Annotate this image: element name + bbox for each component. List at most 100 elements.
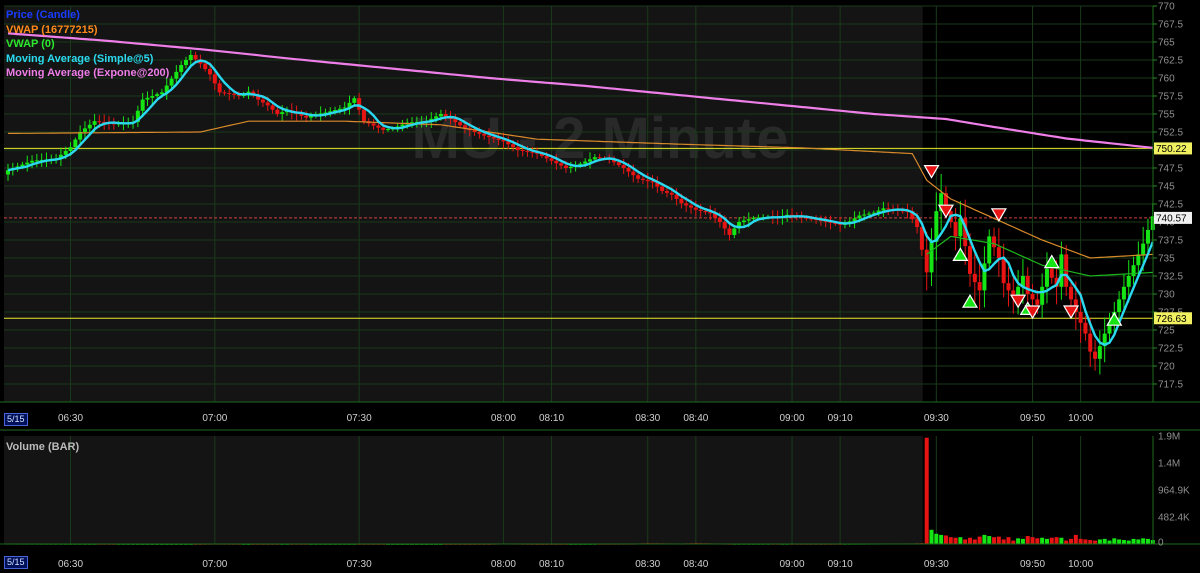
volume-bar[interactable] (1136, 539, 1141, 544)
volume-bar[interactable] (943, 535, 948, 544)
candle-body (227, 93, 232, 95)
volume-bar[interactable] (1093, 540, 1098, 544)
x-tick-label: 08:40 (683, 413, 708, 424)
volume-bar[interactable] (924, 437, 929, 544)
candle-body (376, 125, 381, 128)
candle-body (515, 147, 520, 150)
last-price-label: 740.57 (1156, 213, 1187, 224)
candle-body (212, 74, 217, 84)
candle-body (265, 102, 270, 106)
volume-bar[interactable] (1126, 540, 1131, 544)
volume-bar[interactable] (972, 539, 977, 544)
volume-bar[interactable] (958, 537, 963, 544)
volume-bar[interactable] (1006, 537, 1011, 544)
candle-body (1025, 276, 1030, 294)
volume-bar[interactable] (1054, 537, 1059, 544)
volume-bar[interactable] (968, 537, 972, 544)
candle-body (751, 217, 756, 220)
volume-bar[interactable] (1011, 540, 1016, 544)
candle-body (97, 121, 102, 123)
volume-bar[interactable] (1141, 538, 1146, 544)
volume-bar[interactable] (1020, 538, 1025, 544)
volume-bar[interactable] (1064, 540, 1069, 544)
volume-bar[interactable] (977, 536, 982, 544)
volume-bar[interactable] (1121, 540, 1126, 544)
volume-bar[interactable] (1107, 540, 1112, 544)
volume-bar[interactable] (1102, 538, 1107, 544)
volume-panel-title: Volume (BAR) (6, 441, 80, 453)
volume-bar[interactable] (963, 539, 968, 544)
candle-body (1121, 286, 1126, 300)
volume-tick-label: 482.4K (1158, 513, 1190, 524)
volume-bar[interactable] (1069, 538, 1074, 544)
candle-body (87, 124, 92, 129)
candle-body (1131, 265, 1136, 276)
candle-body (260, 99, 265, 103)
volume-bar[interactable] (1001, 539, 1006, 544)
volume-bar[interactable] (1117, 539, 1122, 544)
volume-bar[interactable] (939, 534, 944, 544)
candle-body (82, 128, 87, 132)
candle-body (1044, 268, 1049, 287)
candle-body (63, 150, 68, 155)
y-tick-label: 770 (1158, 2, 1175, 13)
volume-bar[interactable] (1059, 537, 1064, 544)
y-tick-label: 717.5 (1158, 380, 1183, 391)
volume-bar[interactable] (1049, 537, 1054, 544)
candle-body (746, 219, 751, 221)
candle-body (559, 163, 564, 166)
candle-body (140, 99, 145, 111)
volume-bar[interactable] (992, 537, 997, 544)
volume-bar[interactable] (1083, 539, 1088, 544)
volume-bar[interactable] (1030, 537, 1035, 544)
volume-tick-label: 1.4M (1158, 459, 1180, 470)
candle-body (640, 178, 645, 180)
candle-body (1145, 229, 1150, 244)
y-tick-label: 732.5 (1158, 272, 1183, 283)
candle-body (174, 71, 179, 79)
candle-body (862, 214, 867, 216)
candle-body (689, 205, 694, 208)
x-tick-label-volume: 08:30 (635, 559, 660, 570)
x-tick-label: 07:00 (202, 413, 227, 424)
candle-body (915, 219, 920, 228)
candle-body (616, 162, 621, 166)
volume-bar[interactable] (996, 536, 1001, 544)
volume-bar[interactable] (1025, 536, 1030, 544)
volume-bar[interactable] (948, 537, 953, 544)
candle-body (458, 122, 463, 126)
volume-bar[interactable] (1131, 538, 1136, 544)
x-tick-label: 08:00 (491, 413, 516, 424)
volume-bar[interactable] (1088, 540, 1093, 544)
candle-body (597, 157, 602, 159)
volume-bar[interactable] (1145, 538, 1150, 544)
stock-chart[interactable]: MU - 2 Minute 06:3006:3007:0007:0007:300… (0, 0, 1200, 573)
volume-bar[interactable] (929, 529, 934, 544)
candle-body (972, 273, 977, 283)
volume-bar[interactable] (1112, 538, 1117, 544)
candle-body (674, 194, 679, 199)
volume-bar[interactable] (1035, 538, 1040, 544)
volume-bar[interactable] (1073, 534, 1078, 544)
volume-bar[interactable] (1044, 538, 1049, 544)
candle-body (525, 150, 530, 152)
volume-bar[interactable] (1016, 538, 1021, 544)
candle-body (280, 112, 285, 114)
candle-body (275, 109, 280, 114)
volume-bar[interactable] (953, 537, 958, 544)
candle-body (732, 228, 737, 235)
volume-bar[interactable] (987, 536, 992, 544)
y-tick-label: 730 (1158, 290, 1175, 301)
x-tick-label-volume: 08:10 (539, 559, 564, 570)
x-tick-label: 10:00 (1068, 413, 1093, 424)
candle-body (1049, 268, 1054, 278)
candle-body (588, 159, 593, 162)
volume-bar[interactable] (934, 533, 939, 544)
volume-bar[interactable] (1040, 537, 1045, 544)
volume-bar[interactable] (1078, 538, 1083, 544)
volume-bar[interactable] (982, 534, 987, 544)
x-tick-label: 09:00 (780, 413, 805, 424)
volume-bar[interactable] (1097, 539, 1102, 544)
volume-tick-label: 1.9M (1158, 432, 1180, 443)
candle-body (1069, 286, 1074, 300)
